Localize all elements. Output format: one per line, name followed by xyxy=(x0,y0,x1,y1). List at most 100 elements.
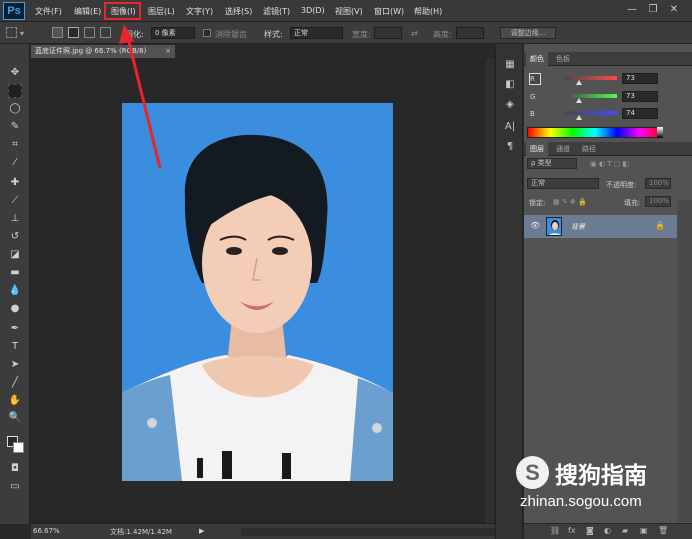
marquee-tool-icon[interactable] xyxy=(8,84,22,98)
document-tab-close-icon[interactable]: × xyxy=(165,45,171,58)
black-white-ramp[interactable] xyxy=(657,127,663,138)
adjustment-layer-icon[interactable]: ◐ xyxy=(604,526,611,535)
menu-select[interactable]: 选择(S) xyxy=(225,6,252,17)
color-panel-tabs: 颜色 色板 xyxy=(524,52,692,66)
channel-g-slider[interactable] xyxy=(565,94,617,98)
lasso-tool-icon[interactable]: ◯ xyxy=(8,102,22,116)
paragraph-panel-icon[interactable]: ¶ xyxy=(503,140,517,154)
new-group-icon[interactable]: ▰ xyxy=(622,526,628,535)
add-selection-icon[interactable] xyxy=(68,27,79,38)
healing-brush-tool-icon[interactable]: ✚ xyxy=(8,176,22,190)
crop-tool-icon[interactable]: ⌗ xyxy=(8,138,22,152)
tab-paths[interactable]: 路径 xyxy=(578,142,600,156)
channel-r-value[interactable]: 73 xyxy=(622,73,658,84)
subtract-selection-icon[interactable] xyxy=(84,27,95,38)
menu-edit[interactable]: 编辑(E) xyxy=(74,6,101,17)
quick-select-tool-icon[interactable]: ✎ xyxy=(8,120,22,134)
minimize-button[interactable]: — xyxy=(624,3,640,17)
channel-b-thumb[interactable] xyxy=(576,115,582,120)
menu-help[interactable]: 帮助(H) xyxy=(414,6,442,17)
screen-mode-icon[interactable]: ▭ xyxy=(8,480,22,494)
channel-r-slider[interactable] xyxy=(565,76,617,80)
zoom-tool-icon[interactable]: 🔍 xyxy=(8,411,22,425)
channel-b-slider[interactable] xyxy=(565,111,617,115)
eyedropper-tool-icon[interactable]: ⁄ xyxy=(8,156,22,170)
swap-icon[interactable]: ⇄ xyxy=(411,29,418,38)
pen-tool-icon[interactable]: ✒ xyxy=(8,322,22,336)
menu-view[interactable]: 视图(V) xyxy=(335,6,363,17)
menu-layer[interactable]: 图层(L) xyxy=(148,6,175,17)
document-size-info: 文档:1.42M/1.42M xyxy=(110,528,172,536)
channel-r-thumb[interactable] xyxy=(576,80,582,85)
channel-g-thumb[interactable] xyxy=(576,98,582,103)
layer-thumbnail xyxy=(546,217,562,236)
id-photo-image[interactable] xyxy=(122,103,393,481)
history-panel-icon[interactable]: ▦ xyxy=(503,58,517,72)
document-tab[interactable]: 蓝底证件照.jpg @ 66.7% (RGB/8) × xyxy=(31,45,175,58)
sogou-watermark: S 搜狗指南 zhinan.sogou.com xyxy=(512,452,692,524)
menu-type[interactable]: 文字(Y) xyxy=(186,6,213,17)
adjustments-panel-icon[interactable]: ◈ xyxy=(503,98,517,112)
gradient-tool-icon[interactable]: ▬ xyxy=(8,266,22,280)
menu-window[interactable]: 窗口(W) xyxy=(374,6,404,17)
lock-icons[interactable]: ▦ ✎ ✥ 🔒 xyxy=(553,198,587,206)
height-input[interactable] xyxy=(456,27,484,39)
character-panel-icon[interactable]: A| xyxy=(503,120,517,134)
channel-b-value[interactable]: 74 xyxy=(622,108,658,119)
clone-stamp-tool-icon[interactable]: ⊥ xyxy=(8,212,22,226)
watermark-url: zhinan.sogou.com xyxy=(520,493,642,510)
tab-color[interactable]: 颜色 xyxy=(526,52,548,66)
layer-style-icon[interactable]: fx xyxy=(568,526,576,535)
layer-row-background[interactable]: 👁 背景 🔒 xyxy=(524,215,677,238)
menu-3d[interactable]: 3D(D) xyxy=(301,6,325,15)
eraser-tool-icon[interactable]: ◪ xyxy=(8,248,22,262)
sogou-logo-icon: S xyxy=(516,456,549,489)
channel-g-value[interactable]: 73 xyxy=(622,91,658,102)
style-select[interactable]: 正常 xyxy=(290,27,343,39)
color-spectrum-bar[interactable] xyxy=(527,127,663,138)
status-menu-arrow-icon[interactable]: ▶ xyxy=(199,527,204,535)
feather-input[interactable]: 0 像素 xyxy=(151,27,195,39)
refine-edge-button[interactable]: 调整边缘... xyxy=(500,27,556,39)
delete-layer-icon[interactable]: 🗑 xyxy=(658,526,668,535)
intersect-selection-icon[interactable] xyxy=(100,27,111,38)
layer-name[interactable]: 背景 xyxy=(571,222,585,232)
zoom-level[interactable]: 66.67% xyxy=(33,527,60,535)
brush-tool-icon[interactable]: ⟋ xyxy=(8,194,22,208)
move-tool-icon[interactable]: ✥ xyxy=(8,66,22,80)
tab-channels[interactable]: 通道 xyxy=(552,142,574,156)
canvas-vertical-scrollbar[interactable] xyxy=(484,58,494,523)
width-input[interactable] xyxy=(374,27,402,39)
type-tool-icon[interactable]: T xyxy=(8,340,22,354)
layer-filter-select[interactable]: ρ 类型 xyxy=(527,158,577,169)
link-layers-icon[interactable]: ⛓ xyxy=(550,526,560,535)
hand-tool-icon[interactable]: ✋ xyxy=(8,394,22,408)
marquee-preset-icon[interactable] xyxy=(6,27,17,38)
layer-filter-icons[interactable]: ▣ ◐ T ▢ ◧ xyxy=(590,160,629,168)
tab-layers[interactable]: 图层 xyxy=(526,142,548,156)
shape-tool-icon[interactable]: ╱ xyxy=(8,376,22,390)
quick-mask-icon[interactable]: ◘ xyxy=(8,462,22,476)
tab-swatches[interactable]: 色板 xyxy=(552,52,574,66)
dodge-tool-icon[interactable]: ● xyxy=(8,302,22,316)
history-brush-tool-icon[interactable]: ↺ xyxy=(8,230,22,244)
close-button[interactable]: ✕ xyxy=(666,3,682,17)
blend-mode-select[interactable]: 正常 xyxy=(527,178,599,189)
menu-filter[interactable]: 滤镜(T) xyxy=(263,6,290,17)
add-mask-icon[interactable]: ◙ xyxy=(586,526,594,535)
opacity-input[interactable]: 100% xyxy=(645,178,671,189)
status-bar: 66.67% 文档:1.42M/1.42M ▶ xyxy=(31,523,501,539)
restore-button[interactable]: ❐ xyxy=(645,3,661,17)
horizontal-scrollbar[interactable] xyxy=(241,528,501,536)
preset-dropdown-icon[interactable]: ▾ xyxy=(20,29,24,38)
new-layer-icon[interactable]: ▣ xyxy=(640,526,648,535)
path-select-tool-icon[interactable]: ➤ xyxy=(8,358,22,372)
layer-visibility-eye-icon[interactable]: 👁 xyxy=(530,221,540,230)
fill-input[interactable]: 100% xyxy=(645,196,671,207)
new-selection-icon[interactable] xyxy=(52,27,63,38)
menu-file[interactable]: 文件(F) xyxy=(35,6,62,17)
properties-panel-icon[interactable]: ◧ xyxy=(503,78,517,92)
blur-tool-icon[interactable]: 💧 xyxy=(8,284,22,298)
background-color-swatch[interactable] xyxy=(13,442,24,453)
antialias-checkbox[interactable] xyxy=(203,29,211,37)
